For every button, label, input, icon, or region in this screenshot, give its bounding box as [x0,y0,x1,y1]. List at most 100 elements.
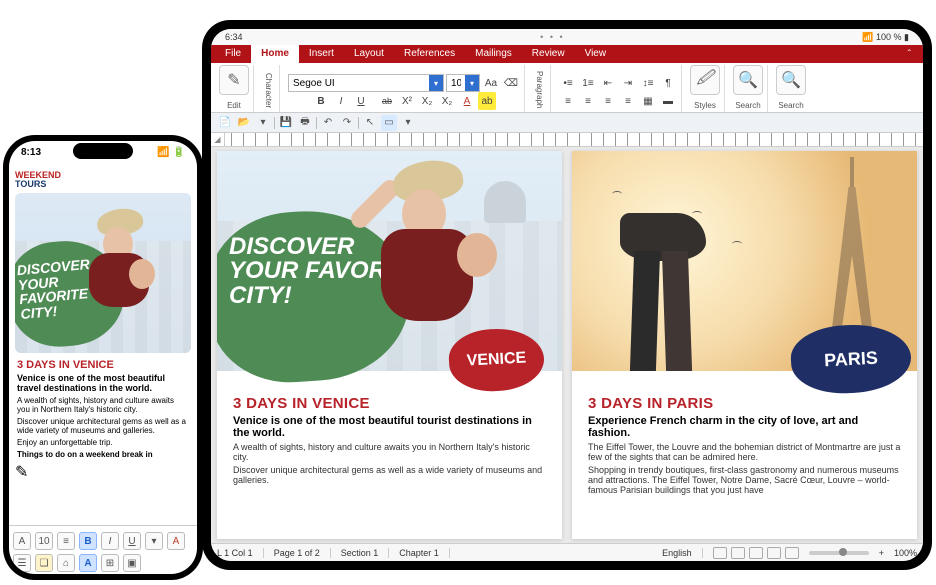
tab-references[interactable]: References [394,45,465,63]
ruler[interactable]: ◢ [211,133,923,147]
underline-button[interactable]: U [352,92,370,110]
phone-more-btn[interactable]: ▾ [145,532,163,550]
tab-mailings[interactable]: Mailings [465,45,522,63]
font-name-combo[interactable]: ▾ [288,74,444,92]
phone-hero-image: DISCOVER YOUR FAVORITE CITY! [15,193,191,353]
phone-ruler-btn[interactable]: 10 [35,532,53,550]
phone-list-btn[interactable]: ☰ [13,554,31,572]
italic-button[interactable]: I [332,92,350,110]
zoom-value[interactable]: 100% [894,548,917,558]
search2-button[interactable]: 🔍 [776,65,806,95]
qa-new-icon[interactable]: 📄 [217,115,233,131]
subscript-button[interactable]: X₂ [418,92,436,110]
view-mode-5-icon[interactable] [785,547,799,559]
qa-drop-icon[interactable]: ▾ [255,115,271,131]
line-spacing-button[interactable]: ↕≡ [639,74,657,92]
p2-p2: Shopping in trendy boutiques, first-clas… [588,465,901,495]
phone-bold-btn[interactable]: B [79,532,97,550]
qa-undo-icon[interactable]: ↶ [320,115,336,131]
document-area[interactable]: WEEKEND TOURS DISCOVER YOUR FAVORITE CIT… [211,147,923,543]
ruler-scale[interactable] [231,133,917,146]
zoom-plus-icon[interactable]: + [879,548,884,558]
view-mode-3-icon[interactable] [749,547,763,559]
borders-button[interactable]: ▦ [639,92,657,110]
phone-edit-fab[interactable]: ✎ [15,462,191,482]
ribbon-collapse-icon[interactable]: ˆ [900,49,919,60]
font-name-input[interactable] [289,75,429,91]
qa-object-icon[interactable]: ▭ [381,115,397,131]
group-font: ▾ ▾ Aa ⌫ B I U ab X² X₂ [284,65,525,112]
zoom-slider[interactable] [809,551,869,555]
styles-button[interactable]: 🖉 [690,65,720,95]
phone-tool5-btn[interactable]: ▣ [123,554,141,572]
strike-button[interactable]: ab [378,92,396,110]
qa-print-icon[interactable]: 🖶 [297,115,313,131]
p2-hero: PARIS [572,151,917,371]
superscript-button[interactable]: X² [398,92,416,110]
status-language[interactable]: English [662,548,703,558]
page-1[interactable]: WEEKEND TOURS DISCOVER YOUR FAVORITE CIT… [217,151,562,539]
bold-button[interactable]: B [312,92,330,110]
phone-font-color-btn[interactable]: A [167,532,185,550]
p2-lede: Experience French charm in the city of l… [588,415,901,439]
align-left-button[interactable]: ≡ [559,92,577,110]
qa-open-icon[interactable]: 📂 [236,115,252,131]
indent-button[interactable]: ⇥ [619,74,637,92]
phone-tool3-btn[interactable]: A [79,554,97,572]
p1-hero: DISCOVER YOUR FAVORITE CITY! VENICE [217,151,562,371]
status-cursor[interactable]: L 1 Col 1 [217,548,264,558]
qa-redo-icon[interactable]: ↷ [339,115,355,131]
view-mode-1-icon[interactable] [713,547,727,559]
view-mode-4-icon[interactable] [767,547,781,559]
p1-p2: Discover unique architectural gems as we… [233,465,546,485]
tab-view[interactable]: View [575,45,617,63]
phone-italic-btn[interactable]: I [101,532,119,550]
font-size-input[interactable] [447,75,465,91]
tab-layout[interactable]: Layout [344,45,394,63]
subscript2-button[interactable]: X₂ [438,92,456,110]
phone-body-text[interactable]: 3 DAYS IN VENICE Venice is one of the mo… [15,353,191,459]
tab-review[interactable]: Review [522,45,575,63]
phone-tool2-btn[interactable]: ⌂ [57,554,75,572]
align-right-button[interactable]: ≡ [599,92,617,110]
pilcrow-button[interactable]: ¶ [659,74,677,92]
shading-button[interactable]: ▬ [659,92,677,110]
phone-align-btn[interactable]: ≡ [57,532,75,550]
tab-insert[interactable]: Insert [299,45,344,63]
font-name-dropdown-icon[interactable]: ▾ [429,75,443,91]
qa-save-icon[interactable]: 💾 [278,115,294,131]
phone-document[interactable]: WEEKEND TOURS DISCOVER YOUR FAVORITE CIT… [9,163,197,525]
case-button[interactable]: Aa [482,74,500,92]
qa-pointer-icon[interactable]: ↖ [362,115,378,131]
phone-notch [73,143,133,159]
page-2[interactable]: WEEKEND TOURS PARIS 3 DAYS IN PARIS Expe… [572,151,917,539]
font-size-dropdown-icon[interactable]: ▾ [465,75,479,91]
status-page[interactable]: Page 1 of 2 [274,548,331,558]
p1-body[interactable]: 3 DAYS IN VENICE Venice is one of the mo… [217,371,562,496]
phone-tool1-btn[interactable]: ❏ [35,554,53,572]
align-center-button[interactable]: ≡ [579,92,597,110]
highlight-button[interactable]: ab [478,92,496,110]
font-color-button[interactable]: A [458,92,476,110]
status-section[interactable]: Section 1 [341,548,390,558]
qa-drop2-icon[interactable]: ▾ [400,115,416,131]
edit-button[interactable]: ✎ [219,65,249,95]
search-button[interactable]: 🔍 [733,65,763,95]
font-size-combo[interactable]: ▾ [446,74,480,92]
view-mode-2-icon[interactable] [731,547,745,559]
status-chapter[interactable]: Chapter 1 [399,548,450,558]
tab-home[interactable]: Home [251,45,299,63]
list-number-button[interactable]: 1≡ [579,74,597,92]
align-justify-button[interactable]: ≡ [619,92,637,110]
phone-font-size-btn[interactable]: A [13,532,31,550]
p2-p1: The Eiffel Tower, the Louvre and the boh… [588,442,901,462]
phone-underline-btn[interactable]: U [123,532,141,550]
phone-p2: Discover unique architectural gems as we… [17,417,189,435]
outdent-button[interactable]: ⇤ [599,74,617,92]
clear-format-button[interactable]: ⌫ [502,74,520,92]
list-bullet-button[interactable]: •≡ [559,74,577,92]
p1-lede: Venice is one of the most beautiful tour… [233,415,546,439]
tab-file[interactable]: File [215,45,251,63]
ribbon-tabs: File Home Insert Layout References Maili… [211,45,923,63]
phone-tool4-btn[interactable]: ⊞ [101,554,119,572]
